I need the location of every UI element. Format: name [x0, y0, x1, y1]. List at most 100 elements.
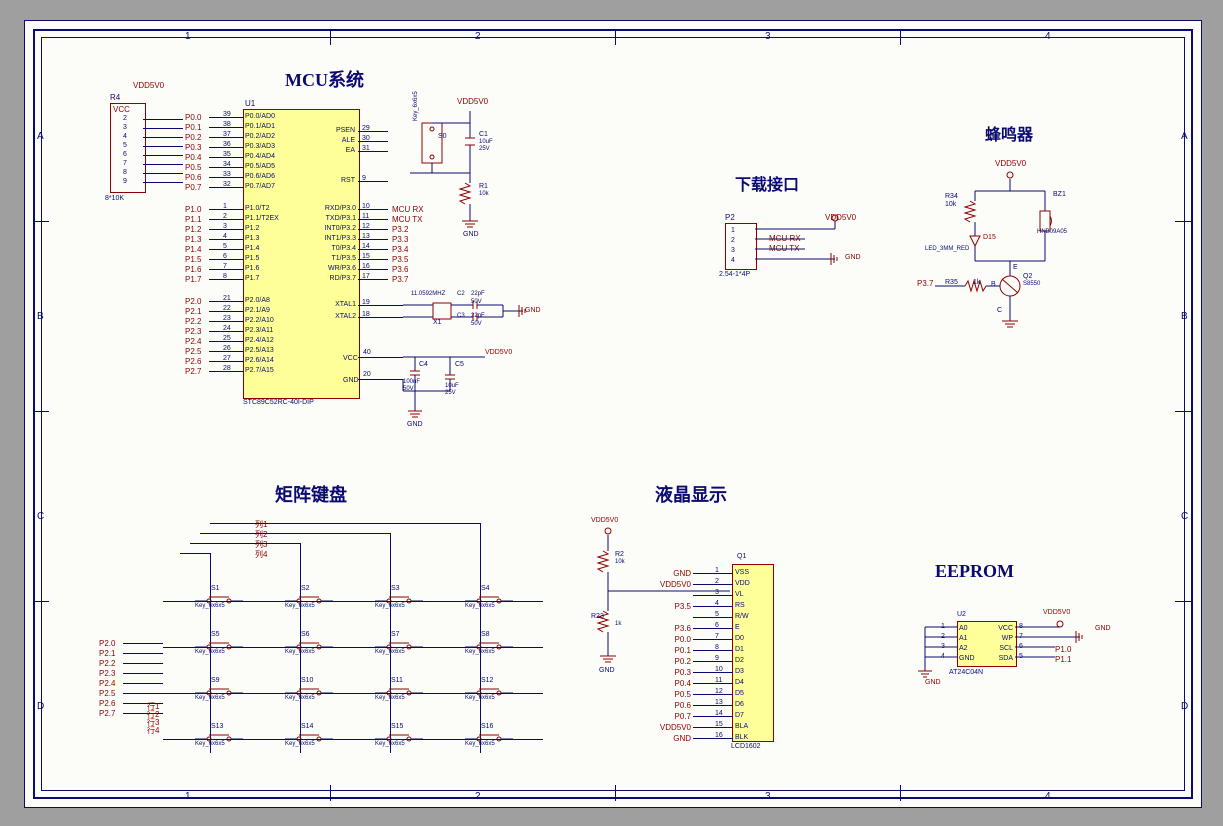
net-P1.3: P1.3 [185, 235, 201, 244]
c3-val: 22pF [471, 313, 485, 319]
c4-ref: C4 [419, 361, 428, 368]
net-P2.0: P2.0 [185, 297, 201, 306]
c1-volt: 25V [479, 146, 490, 152]
kp-ref-S11: S11 [391, 677, 403, 684]
dl-p3: 3 [731, 247, 735, 254]
r4-p4: 4 [123, 133, 127, 140]
kp-part-S3: Key_6x6x5 [375, 603, 405, 609]
pname-P0.1/AD1: P0.1/AD1 [245, 123, 275, 130]
col-2-top: 2 [475, 31, 481, 42]
kp-part-S15: Key_6x6x5 [375, 741, 405, 747]
wire [209, 157, 243, 158]
r4-p5: 5 [123, 142, 127, 149]
wire [209, 311, 243, 312]
u1-gnd-name: GND [343, 377, 355, 384]
c3-ref: C3 [457, 313, 465, 319]
c5-volt: 25V [445, 390, 456, 396]
col-4-top: 4 [1045, 31, 1051, 42]
kp-part-S13: Key_6x6x5 [195, 741, 225, 747]
net-P1.5: P1.5 [185, 255, 201, 264]
net-P1.1: P1.1 [185, 215, 201, 224]
dec-vdd: VDD5V0 [485, 349, 512, 356]
wire [209, 187, 243, 188]
kp-rowlbl-3: 行4 [147, 725, 159, 736]
wire [209, 361, 243, 362]
net-P0.5: P0.5 [185, 163, 201, 172]
net-P1.6: P1.6 [185, 265, 201, 274]
kp-ref-S10: S10 [301, 677, 313, 684]
q2-part: S8550 [1023, 281, 1040, 287]
net-P0.3: P0.3 [185, 143, 201, 152]
x1-val: 11.0592MHZ [411, 291, 445, 297]
pname-P0.3/AD3: P0.3/AD3 [245, 143, 275, 150]
p2-part: 2.54-1*4P [719, 271, 750, 278]
row-d-r: D [1181, 701, 1188, 712]
row-a-r: A [1181, 131, 1188, 142]
wire [209, 127, 243, 128]
u1-part: STC89C52RC-40I-DIP [243, 399, 314, 406]
d15-ref: D15 [983, 234, 996, 241]
pname-P1.3: P1.3 [245, 235, 259, 242]
net-P0.1: P0.1 [185, 123, 201, 132]
pname-P1.1/T2EX: P1.1/T2EX [245, 215, 279, 222]
kp-col-3: 列4 [255, 549, 267, 560]
title-keypad: 矩阵键盘 [275, 481, 347, 507]
net-P2.2: P2.2 [185, 317, 201, 326]
pn-T1/P3.5: T1/P3.5 [316, 255, 356, 262]
kp-part-S9: Key_6x6x5 [195, 695, 225, 701]
kp-row-P2.4: P2.4 [99, 679, 115, 688]
r23-ref: R23 [591, 613, 604, 620]
ee-svg [910, 621, 1110, 691]
kp-ref-S5: S5 [211, 631, 220, 638]
net-P0.6: P0.6 [185, 173, 201, 182]
r34-ref: R34 [945, 193, 958, 200]
d15-part: LED_3MM_RED [925, 246, 969, 252]
pname-P0.2/AD2: P0.2/AD2 [245, 133, 275, 140]
row-b-r: B [1181, 311, 1188, 322]
r4-part: 8*10K [105, 195, 124, 202]
c2-volt: 50V [471, 299, 482, 305]
kp-part-S16: Key_6x6x5 [465, 741, 495, 747]
kp-row-P2.1: P2.1 [99, 649, 115, 658]
net-P3.4: P3.4 [392, 245, 408, 254]
kp-ref-S7: S7 [391, 631, 400, 638]
kp-row-P2.3: P2.3 [99, 669, 115, 678]
c2-val: 22pF [471, 291, 485, 297]
wire [209, 219, 243, 220]
kp-part-S14: Key_6x6x5 [285, 741, 315, 747]
col-1-top: 1 [185, 31, 191, 42]
r4-p7: 7 [123, 160, 127, 167]
pname-P2.7/A15: P2.7/A15 [245, 367, 274, 374]
conn-download [725, 223, 757, 270]
pname-P2.4/A12: P2.4/A12 [245, 337, 274, 344]
kp-ref-S1: S1 [211, 585, 220, 592]
title-lcd: 液晶显示 [655, 481, 727, 507]
kp-ref-S3: S3 [391, 585, 400, 592]
pn-RST: RST [323, 177, 355, 184]
wire [209, 209, 243, 210]
kp-ref-S16: S16 [481, 723, 493, 730]
ee-vdd: VDD5V0 [1043, 609, 1070, 616]
row-c-r: C [1181, 511, 1188, 522]
c4-volt: 50V [403, 386, 414, 392]
s0-part: Key_6x6x5 [413, 91, 419, 121]
pname-P1.0/T2: P1.0/T2 [245, 205, 270, 212]
reset-gnd: GND [463, 231, 479, 238]
pname-P2.2/A10: P2.2/A10 [245, 317, 274, 324]
net-P0.0: P0.0 [185, 113, 201, 122]
r4-p9: 9 [123, 178, 127, 185]
pn-TXD/P3.1: TXD/P3.1 [316, 215, 356, 222]
net-P3.5: P3.5 [392, 255, 408, 264]
kp-part-S6: Key_6x6x5 [285, 649, 315, 655]
kp-ref-S2: S2 [301, 585, 310, 592]
kp-ref-S9: S9 [211, 677, 220, 684]
pname-P0.5/AD5: P0.5/AD5 [245, 163, 275, 170]
c1-val: 10uF [479, 139, 493, 145]
q2-b: B [991, 281, 996, 288]
conn-r4 [110, 103, 146, 193]
wire [209, 279, 243, 280]
dl-p2: 2 [731, 237, 735, 244]
wire [209, 229, 243, 230]
pname-P1.4: P1.4 [245, 245, 259, 252]
bz-net: P3.7 [917, 279, 933, 288]
